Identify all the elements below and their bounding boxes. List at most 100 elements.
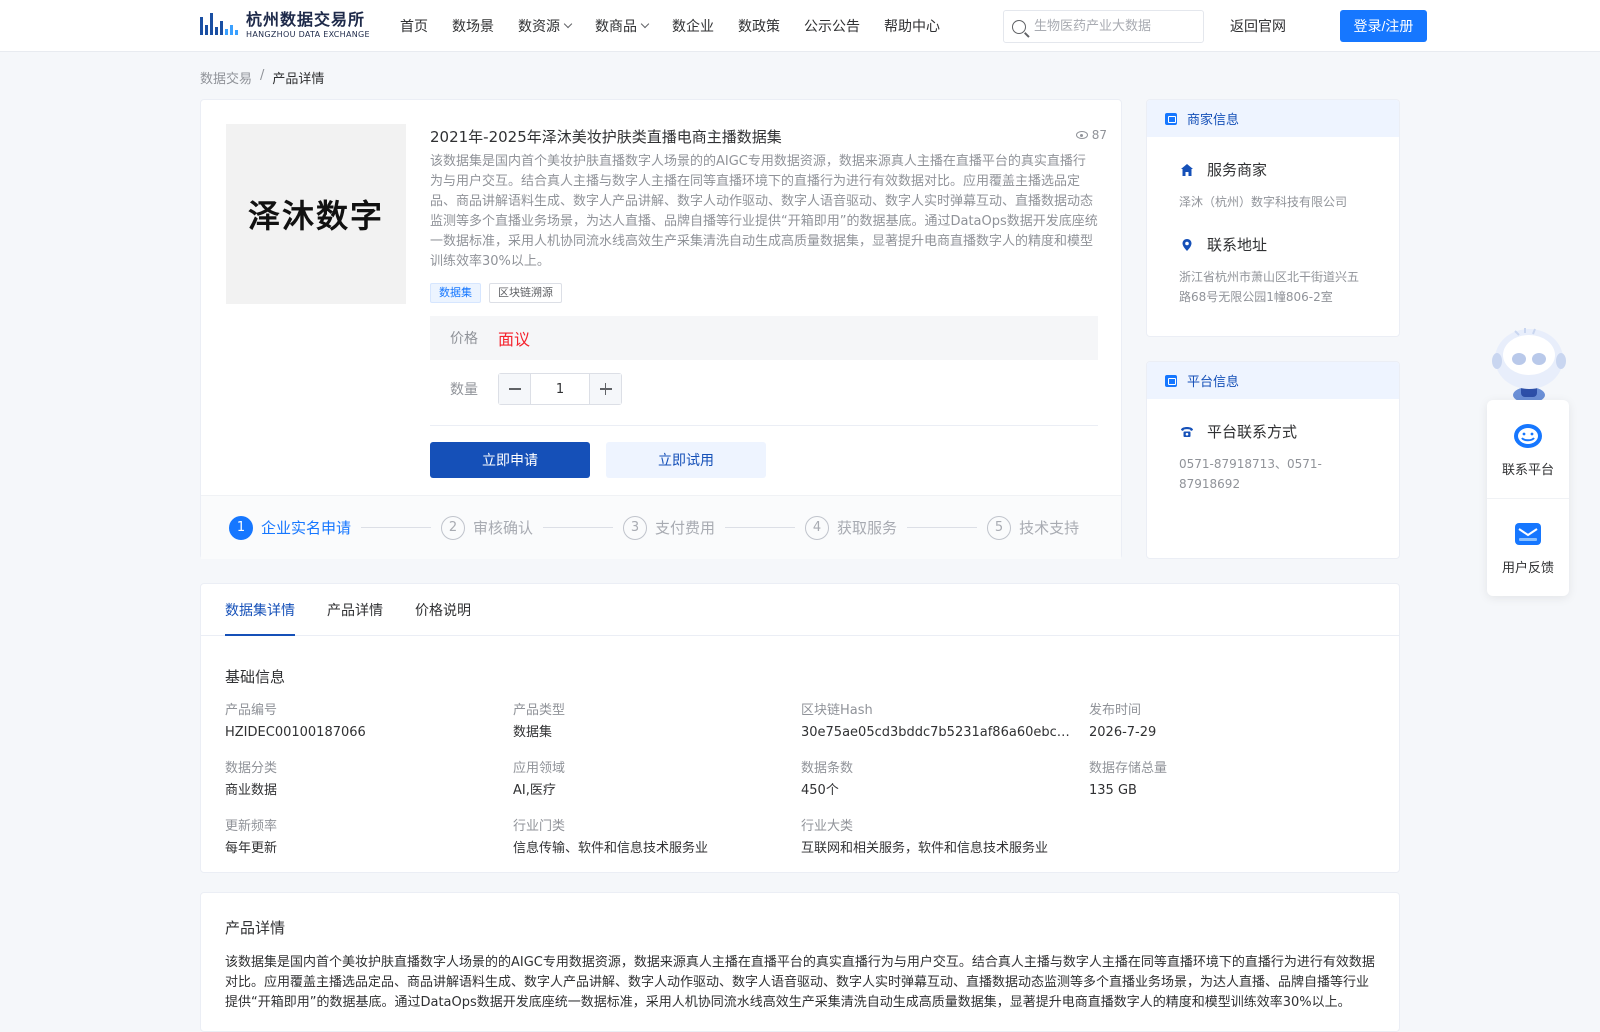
- home-icon: [1179, 162, 1195, 178]
- field-publish-date: 发布时间 2026-7-29: [1089, 703, 1157, 740]
- quantity-row: 数量: [430, 373, 622, 405]
- step-label: 技术支持: [1019, 519, 1080, 537]
- step-number: 3: [623, 515, 648, 540]
- quantity-input[interactable]: [531, 374, 589, 404]
- nav-enterprises[interactable]: 数企业: [672, 16, 714, 36]
- headset-icon: [1514, 423, 1542, 448]
- logo-icon: [200, 11, 240, 39]
- breadcrumb-separator: /: [260, 68, 265, 83]
- dataset-details-card: 数据集详情 产品详情 价格说明 基础信息 产品编号 HZIDEC001001870…: [200, 583, 1400, 873]
- product-cover-image: 泽沐数字: [226, 124, 406, 304]
- field-industry-section: 行业门类 信息传输、软件和信息技术服务业: [513, 819, 709, 856]
- tab-dataset-details[interactable]: 数据集详情: [225, 584, 295, 636]
- nav-products[interactable]: 数商品: [595, 16, 650, 36]
- tab-product-details[interactable]: 产品详情: [327, 584, 383, 636]
- step-number: 4: [805, 515, 830, 540]
- field-record-count: 数据条数 450个: [801, 761, 854, 798]
- user-feedback-label: 用户反馈: [1501, 561, 1554, 576]
- nav-help[interactable]: 帮助中心: [884, 16, 940, 36]
- increase-button[interactable]: [589, 374, 621, 404]
- contact-platform-button[interactable]: 联系平台: [1487, 400, 1569, 498]
- robot-assistant-icon[interactable]: [1489, 325, 1569, 403]
- step-number: 1: [229, 515, 253, 540]
- step-label: 获取服务: [837, 519, 898, 537]
- basic-info-grid: 产品编号 HZIDEC00100187066 产品类型 数据集 区块链Hash 30e…: [225, 702, 1375, 858]
- apply-now-button[interactable]: 立即申请: [430, 442, 590, 478]
- nav-announcements[interactable]: 公示公告: [804, 16, 860, 36]
- breadcrumb: 数据交易 / 产品详情: [200, 68, 324, 87]
- tag-blockchain: 区块链溯源: [489, 283, 562, 303]
- step-label: 企业实名申请: [261, 519, 352, 537]
- product-title: 2021年-2025年泽沐美妆护肤类直播电商主播数据集: [430, 128, 782, 146]
- platform-contact-title: 平台联系方式: [1207, 423, 1298, 441]
- search-icon[interactable]: [1012, 19, 1026, 34]
- nav-scenes[interactable]: 数场景: [452, 16, 494, 36]
- quantity-stepper: [498, 373, 622, 405]
- price-label: 价格: [450, 331, 478, 347]
- step-5: 5 技术支持: [987, 515, 1080, 540]
- platform-contact-section: 平台联系方式 0571-87918713、0571-87918692: [1147, 421, 1399, 494]
- step-3: 3 支付费用: [623, 515, 715, 540]
- step-label: 审核确认: [473, 519, 534, 537]
- logo-title: 杭州数据交易所: [246, 9, 366, 29]
- contact-address-title: 联系地址: [1207, 236, 1268, 254]
- field-product-type: 产品类型 数据集: [513, 703, 566, 740]
- tag-dataset: 数据集: [430, 283, 481, 303]
- contact-address-value: 浙江省杭州市萧山区北干街道兴五路68号无限公园1幢806-2室: [1179, 270, 1360, 304]
- product-card: 泽沐数字 2021年-2025年泽沐美妆护肤类直播电商主播数据集 87 该数据集…: [200, 99, 1122, 559]
- step-connector: [543, 527, 614, 528]
- contact-address-section: 联系地址 浙江省杭州市萧山区北干街道兴五路68号无限公园1幢806-2室: [1147, 234, 1399, 307]
- phone-icon: [1179, 424, 1195, 440]
- back-home-link[interactable]: 返回官网: [1230, 16, 1286, 36]
- step-connector: [361, 527, 432, 528]
- product-detail-title: 产品详情: [225, 919, 286, 937]
- chevron-down-icon: [640, 19, 650, 29]
- search-box: [1003, 10, 1204, 43]
- service-merchant-title: 服务商家: [1207, 161, 1268, 179]
- step-4: 4 获取服务: [805, 515, 898, 540]
- field-blockchain-hash: 区块链Hash 30e75ae05cd3bddc7b5231af86a60ebc8…: [801, 703, 1073, 740]
- search-input[interactable]: [1032, 18, 1192, 35]
- service-merchant-name: 泽沐（杭州）数字科技有限公司: [1179, 195, 1348, 209]
- quantity-label: 数量: [450, 382, 478, 398]
- divider: [430, 425, 1098, 426]
- product-detail-text: 该数据集是国内首个美妆护肤直播数字人场景的的AIGC专用数据资源，数据来源真人主…: [225, 955, 1375, 1010]
- plus-icon: [599, 383, 612, 395]
- nav-policies[interactable]: 数政策: [738, 16, 780, 36]
- step-connector: [907, 527, 978, 528]
- nav-resources[interactable]: 数资源: [518, 16, 573, 36]
- product-detail-card: 产品详情 该数据集是国内首个美妆护肤直播数字人场景的的AIGC专用数据资源，数据…: [200, 892, 1400, 1032]
- try-now-button[interactable]: 立即试用: [606, 442, 766, 478]
- login-register-button[interactable]: 登录/注册: [1340, 10, 1427, 42]
- merchant-info-card: 商家信息 服务商家 泽沐（杭州）数字科技有限公司 联系地址 浙江省杭州市萧山区北…: [1146, 99, 1400, 337]
- detail-tabs: 数据集详情 产品详情 价格说明: [201, 584, 1399, 636]
- step-connector: [725, 527, 796, 528]
- chevron-down-icon: [563, 19, 573, 29]
- step-1: 1 企业实名申请: [229, 515, 352, 540]
- main-nav: 首页 数场景 数资源 数商品 数企业 数政策 公示公告 帮助中心: [400, 0, 964, 52]
- service-merchant-section: 服务商家 泽沐（杭州）数字科技有限公司: [1147, 159, 1399, 212]
- feedback-mail-icon: [1515, 523, 1541, 545]
- price-value: 面议: [498, 330, 531, 349]
- platform-info-header: 平台信息: [1147, 362, 1399, 399]
- process-steps: 1 企业实名申请 2 审核确认 3 支付费用 4 获取服务 5 技术支持: [201, 495, 1121, 559]
- merchant-info-title: 商家信息: [1187, 113, 1240, 128]
- decrease-button[interactable]: [499, 374, 531, 404]
- nav-home[interactable]: 首页: [400, 16, 428, 36]
- view-count-value: 87: [1091, 128, 1107, 142]
- field-product-id: 产品编号 HZIDEC00100187066: [225, 703, 366, 740]
- breadcrumb-data-trade[interactable]: 数据交易: [200, 68, 252, 87]
- field-data-category: 数据分类 商业数据: [225, 761, 278, 798]
- site-logo[interactable]: 杭州数据交易所 HANGZHOU DATA EXCHANGE: [200, 9, 370, 41]
- contact-platform-label: 联系平台: [1501, 462, 1554, 478]
- field-industry-division: 行业大类 互联网和相关服务，软件和信息技术服务业: [801, 819, 1049, 856]
- step-number: 5: [987, 515, 1012, 540]
- breadcrumb-current: 产品详情: [272, 72, 325, 87]
- tab-price-info[interactable]: 价格说明: [415, 584, 471, 636]
- step-number: 2: [441, 515, 466, 540]
- user-feedback-button[interactable]: 用户反馈: [1487, 498, 1569, 596]
- field-application-domain: 应用领域 AI,医疗: [513, 761, 566, 798]
- info-card-icon: [1165, 374, 1177, 387]
- product-tags: 数据集 区块链溯源: [430, 283, 570, 303]
- view-count: 87: [1075, 128, 1107, 142]
